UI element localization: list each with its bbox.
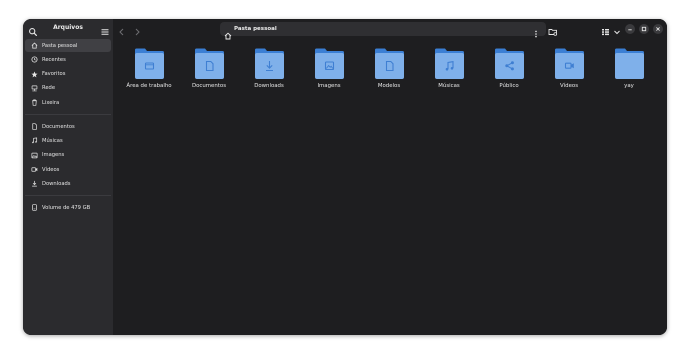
sidebar-separator	[25, 114, 111, 116]
breadcrumb-current[interactable]: Pasta pessoal	[234, 26, 277, 32]
folder-templates-icon	[375, 48, 404, 79]
trash-icon	[31, 99, 38, 106]
video-icon	[31, 166, 38, 173]
sidebar-item-music[interactable]: Músicas	[25, 134, 111, 147]
sidebar-item-label: Volume de 479 GB	[42, 204, 91, 211]
folder-public-share-icon	[495, 48, 524, 79]
sidebar-item-label: Músicas	[42, 137, 63, 144]
sidebar-item-label: Vídeos	[42, 166, 60, 173]
folder-item[interactable]: Vídeos	[543, 48, 595, 98]
folder-item[interactable]: Modelos	[363, 48, 415, 98]
sidebar-item-trash[interactable]: Lixeira	[25, 96, 111, 109]
folder-download-icon	[255, 48, 284, 79]
search-location-button[interactable]	[547, 23, 559, 36]
folder-search-icon	[548, 29, 558, 36]
folder-icon	[615, 48, 644, 79]
chevron-right-icon	[135, 28, 140, 36]
sidebar-item-starred[interactable]: Favoritos	[25, 68, 111, 81]
sidebar-header: Arquivos	[23, 19, 113, 39]
folder-grid: Área de trabalho Documentos Downloads Im…	[123, 48, 663, 108]
clock-icon	[31, 56, 38, 63]
home-icon	[224, 25, 232, 40]
sidebar-item-label: Documentos	[42, 123, 75, 130]
folder-name: Documentos	[191, 83, 227, 89]
folder-item[interactable]: Área de trabalho	[123, 48, 175, 98]
folder-name: Imagens	[317, 83, 341, 89]
folder-item[interactable]: Downloads	[243, 48, 295, 98]
sidebar-item-label: Downloads	[42, 180, 71, 187]
chevron-down-icon	[614, 30, 620, 35]
folder-name: Modelos	[377, 83, 401, 89]
app-title: Arquivos	[53, 24, 83, 31]
file-manager-window: Arquivos Pasta pessoal Recentes Favorito…	[23, 19, 667, 335]
download-icon	[31, 180, 38, 187]
folder-music-icon	[435, 48, 464, 79]
sidebar-list: Pasta pessoal Recentes Favoritos Rede Li…	[25, 39, 111, 216]
close-button[interactable]	[653, 24, 663, 34]
maximize-button[interactable]	[639, 24, 649, 34]
sidebar-item-videos[interactable]: Vídeos	[25, 163, 111, 176]
folder-name: Área de trabalho	[126, 83, 172, 89]
sidebar-item-label: Rede	[42, 85, 56, 92]
main-menu-button[interactable]	[99, 23, 111, 35]
location-bar[interactable]: Pasta pessoal	[220, 22, 546, 40]
search-icon	[29, 28, 37, 36]
folder-name: yay	[624, 83, 634, 89]
folder-name: Músicas	[438, 83, 460, 89]
sidebar-item-pictures[interactable]: Imagens	[25, 149, 111, 162]
image-icon	[31, 152, 38, 159]
sidebar-item-downloads[interactable]: Downloads	[25, 177, 111, 190]
chevron-left-icon	[119, 28, 124, 36]
sidebar-item-label: Imagens	[42, 152, 65, 159]
home-icon	[31, 42, 38, 49]
headerbar: Pasta pessoal	[113, 19, 667, 40]
sidebar-item-documents[interactable]: Documentos	[25, 120, 111, 133]
sidebar: Arquivos Pasta pessoal Recentes Favorito…	[23, 19, 113, 335]
sidebar-item-recent[interactable]: Recentes	[25, 53, 111, 66]
close-icon	[656, 27, 660, 31]
folder-documents-icon	[195, 48, 224, 79]
folder-image-icon	[315, 48, 344, 79]
sidebar-separator	[25, 195, 111, 197]
folder-name: Vídeos	[559, 83, 579, 89]
folder-name: Downloads	[254, 83, 284, 89]
sidebar-item-volume[interactable]: Volume de 479 GB	[25, 201, 111, 214]
more-vertical-icon	[535, 30, 537, 38]
back-button[interactable]	[116, 23, 128, 36]
star-icon	[31, 71, 38, 78]
folder-video-icon	[555, 48, 584, 79]
forward-button[interactable]	[131, 23, 143, 36]
minimize-button[interactable]	[625, 24, 635, 34]
folder-name: Público	[499, 83, 519, 89]
view-options-button[interactable]	[611, 23, 623, 35]
folder-item[interactable]: Músicas	[423, 48, 475, 98]
folder-item[interactable]: Documentos	[183, 48, 235, 98]
folder-desktop-icon	[135, 48, 164, 79]
sidebar-item-label: Pasta pessoal	[42, 42, 78, 49]
hamburger-menu-icon	[101, 29, 109, 35]
sidebar-item-label: Lixeira	[42, 99, 60, 106]
sidebar-item-network[interactable]: Rede	[25, 82, 111, 95]
search-button[interactable]	[27, 23, 39, 36]
sidebar-item-home[interactable]: Pasta pessoal	[25, 39, 111, 52]
sidebar-item-label: Favoritos	[42, 71, 66, 78]
folder-item[interactable]: Público	[483, 48, 535, 98]
location-menu-button[interactable]	[531, 24, 541, 38]
folder-item[interactable]: Imagens	[303, 48, 355, 98]
maximize-icon	[641, 26, 647, 32]
music-icon	[31, 137, 38, 144]
sidebar-item-label: Recentes	[42, 56, 66, 63]
minimize-icon	[628, 29, 632, 31]
main-area: Pasta pessoal Área de trabalho Documento…	[113, 19, 667, 335]
drive-icon	[31, 204, 38, 212]
folder-item[interactable]: yay	[603, 48, 655, 98]
network-icon	[31, 85, 38, 92]
document-icon	[31, 123, 38, 130]
